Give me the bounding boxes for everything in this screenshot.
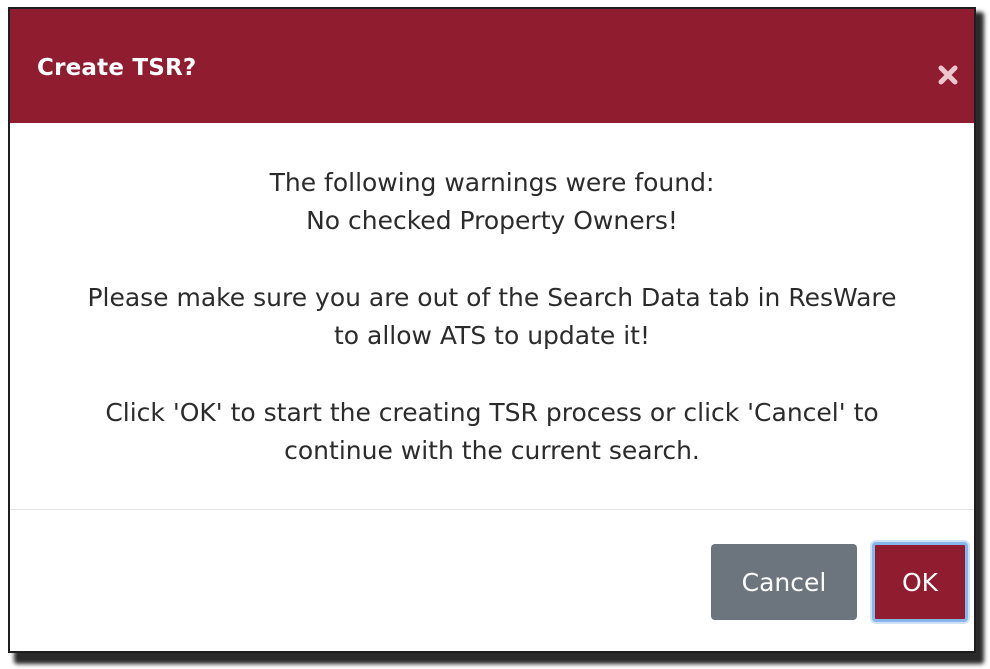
resware-notice-line-1: Please make sure you are out of the Sear…: [87, 283, 897, 312]
close-icon: [938, 65, 958, 85]
dialog-title: Create TSR?: [37, 55, 197, 81]
instructions-line-1: Click 'OK' to start the creating TSR pro…: [105, 398, 879, 427]
close-button[interactable]: [930, 57, 966, 93]
instructions-message: Click 'OK' to start the creating TSR pro…: [10, 394, 974, 470]
resware-notice: Please make sure you are out of the Sear…: [10, 279, 974, 355]
resware-notice-line-2: to allow ATS to update it!: [333, 321, 651, 350]
warnings-message: The following warnings were found: No ch…: [10, 164, 974, 240]
ok-button[interactable]: OK: [872, 542, 968, 622]
instructions-line-2: continue with the current search.: [284, 436, 700, 465]
dialog-header: Create TSR?: [10, 9, 974, 123]
cancel-button[interactable]: Cancel: [711, 544, 857, 620]
dialog-body: The following warnings were found: No ch…: [10, 123, 974, 509]
screen: Create TSR? The following warnings were …: [0, 0, 990, 669]
warning-item: No checked Property Owners!: [306, 206, 678, 235]
warnings-heading: The following warnings were found:: [269, 168, 715, 197]
dialog-footer: Cancel OK: [10, 510, 974, 650]
create-tsr-dialog: Create TSR? The following warnings were …: [8, 7, 976, 653]
